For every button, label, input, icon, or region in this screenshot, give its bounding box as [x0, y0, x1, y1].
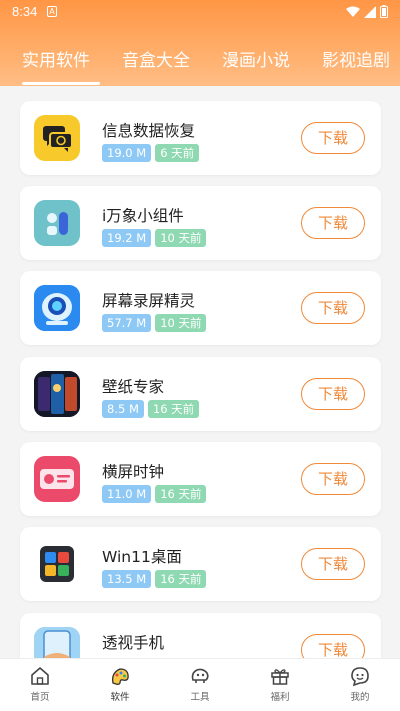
download-button[interactable]: 下载 [301, 548, 365, 580]
notification-icon: A [47, 6, 57, 17]
message-recovery-icon [34, 115, 80, 161]
bottom-nav: 首页 软件 工具 福利 我的 [0, 658, 400, 711]
list-item[interactable]: 横屏时钟 11.0 M 16 天前 下载 [20, 442, 381, 516]
download-button[interactable]: 下载 [301, 292, 365, 324]
status-bar: 8:34 A [0, 0, 400, 24]
time-badge: 6 天前 [155, 144, 200, 162]
list-item[interactable]: Win11桌面 13.5 M 16 天前 下载 [20, 527, 381, 601]
gift-icon [271, 669, 289, 685]
tab-music-box[interactable]: 音盒大全 [122, 46, 190, 71]
size-badge: 57.7 M [102, 314, 152, 332]
app-name: 横屏时钟 [102, 463, 165, 481]
download-button[interactable]: 下载 [301, 207, 365, 239]
app-name: 信息数据恢复 [102, 122, 196, 140]
category-tabs: 实用软件 音盒大全 漫画小说 影视追剧 [0, 46, 400, 86]
time-badge: 16 天前 [155, 485, 207, 503]
app-name: Win11桌面 [102, 548, 182, 566]
screen-recorder-icon [34, 285, 80, 331]
nav-label: 首页 [30, 692, 50, 703]
header: 8:34 A 实用软件 音盒大全 漫画小说 影视追剧 [0, 0, 400, 86]
app-badges: 57.7 M 10 天前 [102, 314, 207, 332]
home-icon [31, 667, 49, 685]
time-badge: 10 天前 [155, 229, 207, 247]
size-badge: 13.5 M [102, 570, 152, 588]
see-through-phone-icon [34, 627, 80, 658]
download-button[interactable]: 下载 [301, 634, 365, 658]
signal-icon [364, 5, 376, 18]
status-icons [346, 5, 388, 18]
nav-tools[interactable]: 工具 [170, 665, 230, 703]
wifi-icon [346, 6, 360, 17]
list-item[interactable]: 透视手机 下载 [20, 613, 381, 658]
win11-icon [34, 541, 80, 587]
time-badge: 10 天前 [155, 314, 207, 332]
tools-icon [191, 668, 209, 683]
tab-comics-novels[interactable]: 漫画小说 [222, 46, 290, 71]
wallpaper-icon [34, 371, 80, 417]
download-button[interactable]: 下载 [301, 122, 365, 154]
app-badges: 13.5 M 16 天前 [102, 570, 207, 588]
status-time: 8:34 [12, 4, 38, 19]
app-badges: 8.5 M 16 天前 [102, 400, 200, 418]
app-list: 信息数据恢复 19.0 M 6 天前 下载 i万象小组件 19.2 M 10 天… [0, 86, 400, 658]
app-name: i万象小组件 [102, 207, 184, 225]
nav-label: 我的 [350, 692, 370, 703]
tab-indicator [22, 82, 100, 85]
list-item[interactable]: i万象小组件 19.2 M 10 天前 下载 [20, 186, 381, 260]
nav-software[interactable]: 软件 [90, 665, 150, 703]
nav-label: 福利 [270, 692, 290, 703]
software-icon [112, 668, 129, 685]
time-badge: 16 天前 [155, 570, 207, 588]
nav-label: 软件 [110, 692, 130, 703]
tab-practical-software[interactable]: 实用软件 [22, 46, 90, 71]
download-button[interactable]: 下载 [301, 378, 365, 410]
app-name: 透视手机 [102, 634, 165, 652]
list-item[interactable]: 屏幕录屏精灵 57.7 M 10 天前 下载 [20, 271, 381, 345]
profile-icon [351, 667, 369, 687]
nav-mine[interactable]: 我的 [330, 665, 390, 703]
app-name: 屏幕录屏精灵 [102, 292, 196, 310]
download-button[interactable]: 下载 [301, 463, 365, 495]
app-badges: 11.0 M 16 天前 [102, 485, 207, 503]
time-badge: 16 天前 [147, 400, 200, 418]
nav-label: 工具 [190, 692, 210, 703]
list-item[interactable]: 壁纸专家 8.5 M 16 天前 下载 [20, 357, 381, 431]
tab-film-tv[interactable]: 影视追剧 [322, 46, 390, 71]
app-badges: 19.0 M 6 天前 [102, 144, 200, 162]
clock-icon [34, 456, 80, 502]
size-badge: 19.2 M [102, 229, 152, 247]
list-item[interactable]: 信息数据恢复 19.0 M 6 天前 下载 [20, 101, 381, 175]
nav-welfare[interactable]: 福利 [250, 665, 310, 703]
battery-icon [380, 5, 388, 18]
app-name: 壁纸专家 [102, 378, 165, 396]
widget-icon [34, 200, 80, 246]
size-badge: 8.5 M [102, 400, 144, 418]
nav-home[interactable]: 首页 [10, 665, 70, 703]
app-badges: 19.2 M 10 天前 [102, 229, 207, 247]
size-badge: 11.0 M [102, 485, 152, 503]
size-badge: 19.0 M [102, 144, 152, 162]
